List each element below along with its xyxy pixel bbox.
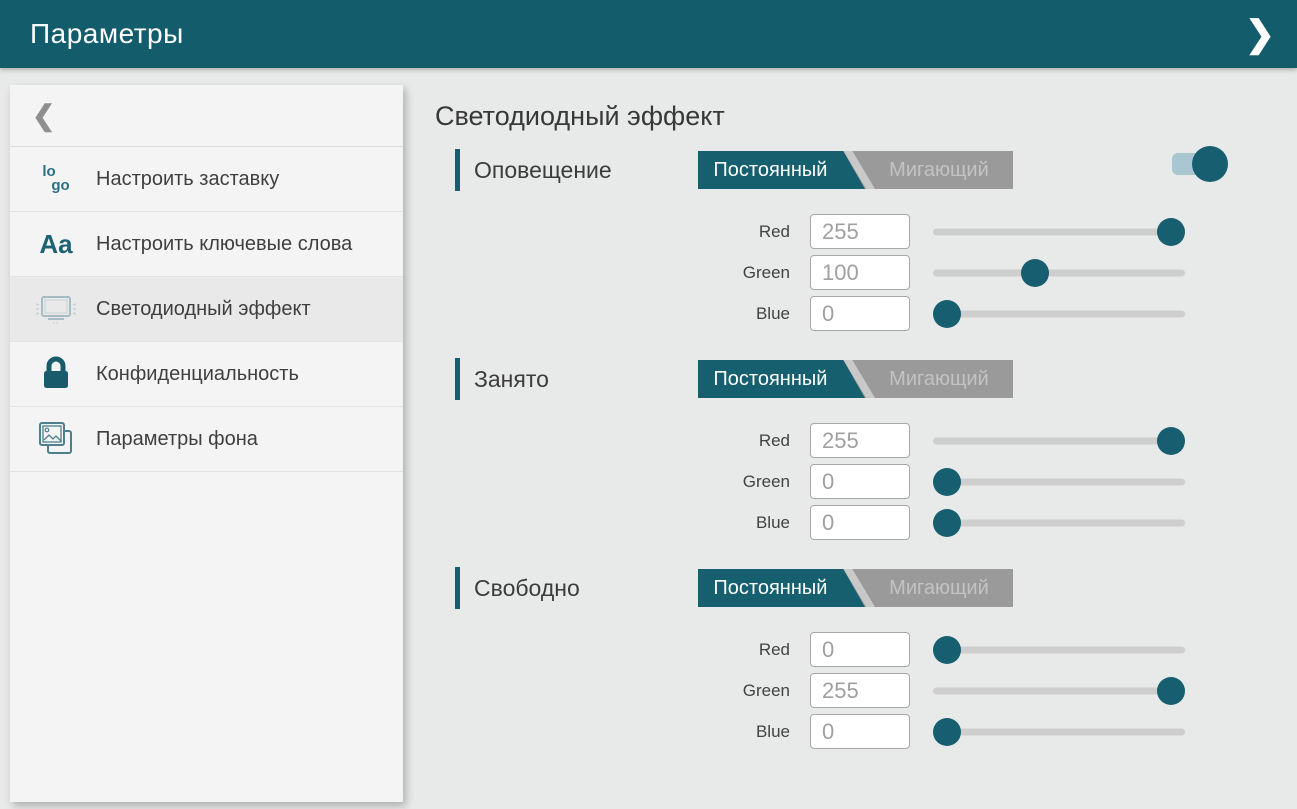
sidebar-item-screensaver[interactable]: lo go Настроить заставку — [10, 147, 403, 212]
red-value-input[interactable] — [810, 214, 910, 249]
sidebar-item-label: Настроить заставку — [96, 166, 279, 192]
red-slider[interactable] — [933, 636, 1185, 664]
red-label: Red — [435, 640, 790, 660]
section-name: Оповещение — [474, 157, 698, 184]
sidebar-item-label: Светодиодный эффект — [96, 296, 311, 322]
title-bar: Параметры ❯ — [0, 0, 1297, 68]
blue-label: Blue — [435, 722, 790, 742]
green-value-input[interactable] — [810, 464, 910, 499]
section-alert: Оповещение Постоянный Мигающий Red Green — [435, 149, 1287, 334]
blue-label: Blue — [435, 304, 790, 324]
blue-channel-row: Blue — [435, 502, 1287, 543]
green-channel-row: Green — [435, 670, 1287, 711]
led-effect-icon — [34, 292, 78, 326]
slider-track — [933, 310, 1185, 317]
section-busy: Занято Постоянный Мигающий Red Green — [435, 358, 1287, 543]
slider-thumb[interactable] — [1021, 259, 1049, 287]
slider-thumb[interactable] — [1157, 218, 1185, 246]
slider-thumb[interactable] — [933, 509, 961, 537]
segment-blinking-label[interactable]: Мигающий — [865, 360, 1013, 398]
page-title: Параметры — [30, 18, 184, 50]
green-slider[interactable] — [933, 468, 1185, 496]
green-label: Green — [435, 263, 790, 283]
slider-thumb[interactable] — [933, 468, 961, 496]
section-name: Занято — [474, 366, 698, 393]
slider-track — [933, 228, 1185, 235]
background-image-icon — [34, 420, 78, 458]
keywords-icon: Aa — [34, 229, 78, 260]
sidebar-item-label: Настроить ключевые слова — [96, 231, 352, 257]
section-accent-bar — [455, 358, 460, 400]
red-slider[interactable] — [933, 427, 1185, 455]
green-channel-row: Green — [435, 461, 1287, 502]
green-value-input[interactable] — [810, 673, 910, 708]
mode-segmented-control[interactable]: Постоянный Мигающий — [698, 151, 1013, 189]
green-value-input[interactable] — [810, 255, 910, 290]
led-effect-panel: Светодиодный эффект Оповещение Постоянны… — [435, 68, 1287, 776]
blue-value-input[interactable] — [810, 296, 910, 331]
green-label: Green — [435, 681, 790, 701]
mode-segmented-control[interactable]: Постоянный Мигающий — [698, 360, 1013, 398]
slider-track — [933, 728, 1185, 735]
logo-icon-text-bottom: go — [51, 179, 69, 193]
green-label: Green — [435, 472, 790, 492]
blue-slider[interactable] — [933, 300, 1185, 328]
slider-thumb[interactable] — [933, 636, 961, 664]
slider-track — [933, 646, 1185, 653]
segment-constant-label[interactable]: Постоянный — [698, 360, 843, 398]
blue-channel-row: Blue — [435, 711, 1287, 752]
alert-enabled-toggle[interactable] — [1172, 153, 1222, 175]
sidebar-item-keywords[interactable]: Aa Настроить ключевые слова — [10, 212, 403, 277]
blue-channel-row: Blue — [435, 293, 1287, 334]
section-accent-bar — [455, 149, 460, 191]
logo-icon: lo go — [34, 165, 78, 194]
section-free: Свободно Постоянный Мигающий Red Green — [435, 567, 1287, 752]
sidebar-item-label: Конфиденциальность — [96, 361, 299, 387]
slider-thumb[interactable] — [933, 300, 961, 328]
mode-segmented-control[interactable]: Постоянный Мигающий — [698, 569, 1013, 607]
segment-blinking-label[interactable]: Мигающий — [865, 151, 1013, 189]
toggle-thumb[interactable] — [1192, 146, 1228, 182]
forward-chevron-icon[interactable]: ❯ — [1245, 16, 1275, 52]
red-value-input[interactable] — [810, 423, 910, 458]
slider-track — [933, 519, 1185, 526]
red-label: Red — [435, 431, 790, 451]
sidebar-back-row[interactable]: ❮ — [10, 85, 403, 147]
settings-sidebar: ❮ lo go Настроить заставку Aa Настроить … — [10, 85, 403, 802]
sidebar-item-background[interactable]: Параметры фона — [10, 407, 403, 472]
red-label: Red — [435, 222, 790, 242]
slider-thumb[interactable] — [1157, 677, 1185, 705]
lock-icon — [34, 356, 78, 392]
segment-constant-label[interactable]: Постоянный — [698, 151, 843, 189]
blue-slider[interactable] — [933, 509, 1185, 537]
green-slider[interactable] — [933, 259, 1185, 287]
slider-thumb[interactable] — [1157, 427, 1185, 455]
slider-track — [933, 437, 1185, 444]
red-channel-row: Red — [435, 629, 1287, 670]
slider-track — [933, 478, 1185, 485]
blue-value-input[interactable] — [810, 714, 910, 749]
blue-label: Blue — [435, 513, 790, 533]
section-accent-bar — [455, 567, 460, 609]
red-channel-row: Red — [435, 211, 1287, 252]
blue-value-input[interactable] — [810, 505, 910, 540]
red-channel-row: Red — [435, 420, 1287, 461]
section-name: Свободно — [474, 575, 698, 602]
sidebar-item-led-effect[interactable]: Светодиодный эффект — [10, 277, 403, 342]
green-channel-row: Green — [435, 252, 1287, 293]
section-title: Светодиодный эффект — [435, 101, 1287, 132]
slider-track — [933, 269, 1185, 276]
red-value-input[interactable] — [810, 632, 910, 667]
blue-slider[interactable] — [933, 718, 1185, 746]
slider-thumb[interactable] — [933, 718, 961, 746]
back-chevron-icon[interactable]: ❮ — [32, 99, 55, 132]
slider-track — [933, 687, 1185, 694]
sidebar-item-privacy[interactable]: Конфиденциальность — [10, 342, 403, 407]
sidebar-item-label: Параметры фона — [96, 426, 258, 452]
segment-constant-label[interactable]: Постоянный — [698, 569, 843, 607]
green-slider[interactable] — [933, 677, 1185, 705]
red-slider[interactable] — [933, 218, 1185, 246]
segment-blinking-label[interactable]: Мигающий — [865, 569, 1013, 607]
